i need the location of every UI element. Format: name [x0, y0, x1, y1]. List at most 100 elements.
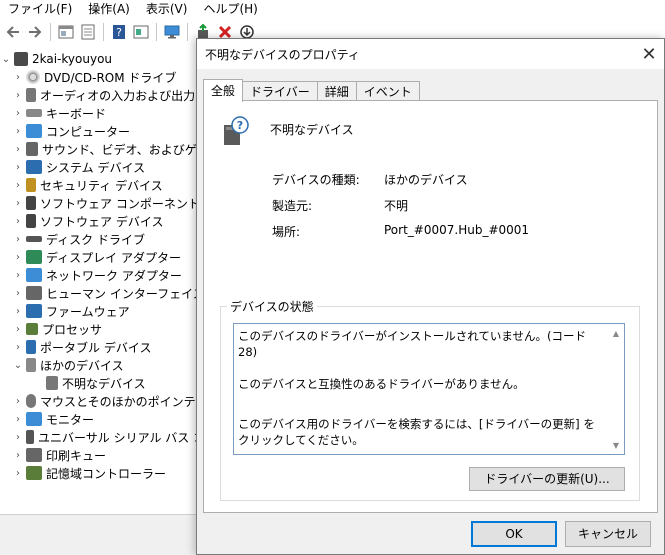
menu-help[interactable]: ヘルプ(H) [195, 0, 265, 18]
tree-item[interactable]: › コンピューター [12, 122, 130, 140]
tree-item-label: ディスク ドライブ [46, 232, 145, 247]
status-line-1: このデバイスのドライバーがインストールされていません。(コード 28) [238, 329, 586, 359]
network-adapter-icon [26, 268, 42, 282]
device-status-textbox[interactable]: このデバイスのドライバーがインストールされていません。(コード 28) このデバ… [233, 323, 625, 455]
menu-bar: ファイル(F) 操作(A) 表示(V) ヘルプ(H) [0, 0, 665, 18]
tree-item[interactable]: › ユニバーサル シリアル バス コントローラー [12, 428, 200, 446]
tree-item[interactable]: › DVD/CD-ROM ドライブ [12, 68, 176, 86]
chevron-right-icon[interactable]: › [12, 198, 24, 209]
tab-events[interactable]: イベント [355, 81, 420, 102]
monitor-icon [26, 124, 42, 138]
chevron-right-icon[interactable]: › [12, 450, 24, 461]
chevron-right-icon[interactable]: › [12, 270, 24, 281]
status-line-3: このデバイス用のドライバーを検索するには、[ドライバーの更新] をクリックしてく… [238, 417, 595, 447]
monitor-icon[interactable] [163, 23, 181, 41]
forward-arrow-icon[interactable] [26, 23, 44, 41]
menu-action[interactable]: 操作(A) [80, 0, 138, 18]
tree-item[interactable]: › マウスとそのほかのポインティング デバイス [12, 392, 200, 410]
chevron-right-icon[interactable]: › [12, 396, 24, 407]
back-arrow-icon[interactable] [4, 23, 22, 41]
chevron-right-icon[interactable]: › [12, 180, 24, 191]
chevron-down-icon[interactable]: ⌄ [0, 54, 12, 65]
list-icon[interactable] [79, 23, 97, 41]
tree-item-label: コンピューター [46, 124, 131, 139]
chevron-right-icon[interactable]: › [12, 162, 24, 173]
chevron-right-icon[interactable]: › [12, 288, 24, 299]
tree-item[interactable]: › ネットワーク アダプター [12, 266, 182, 284]
chevron-right-icon[interactable]: › [12, 468, 24, 479]
status-scrollbar[interactable]: ▲ ▼ [608, 324, 624, 454]
chevron-right-icon[interactable]: › [12, 252, 24, 263]
tree-item[interactable]: › 印刷キュー [12, 446, 106, 464]
menu-view[interactable]: 表示(V) [138, 0, 196, 18]
dvd-drive-icon [26, 70, 40, 84]
menu-file[interactable]: ファイル(F) [0, 0, 80, 18]
tree-item-label: ソフトウェア コンポーネント [40, 196, 200, 211]
toolbar-separator [156, 23, 157, 41]
tree-item[interactable]: › ソフトウェア デバイス [12, 212, 163, 230]
chevron-right-icon[interactable]: › [12, 216, 24, 227]
dialog-titlebar[interactable]: 不明なデバイスのプロパティ ✕ [197, 39, 664, 69]
tree-item[interactable]: › ソフトウェア コンポーネント [12, 194, 200, 212]
tree-item-label: 記憶域コントローラー [46, 466, 167, 481]
view-icon[interactable] [132, 23, 150, 41]
chevron-right-icon[interactable]: › [12, 72, 24, 83]
chevron-right-icon[interactable]: › [12, 324, 24, 335]
chevron-right-icon[interactable]: › [12, 90, 24, 101]
chevron-right-icon[interactable]: › [12, 108, 24, 119]
keyboard-icon [26, 109, 42, 117]
chevron-right-icon[interactable]: › [12, 306, 24, 317]
tree-item[interactable]: › ポータブル デバイス [12, 338, 151, 356]
location-label: 場所: [272, 225, 301, 239]
tree-item[interactable]: ⌄ ほかのデバイス [12, 356, 124, 374]
scroll-up-icon[interactable]: ▲ [608, 326, 624, 340]
tree-root-label: 2kai-kyouyou [32, 52, 113, 66]
tree-item-label: セキュリティ デバイス [40, 178, 163, 193]
chevron-right-icon[interactable]: › [12, 432, 24, 443]
tree-item[interactable]: › 記憶域コントローラー [12, 464, 166, 482]
tree-item[interactable]: › オーディオの入力および出力 [12, 86, 195, 104]
help-icon[interactable]: ? [110, 23, 128, 41]
chevron-down-icon[interactable]: ⌄ [12, 360, 24, 371]
tree-item-label: サウンド、ビデオ、およびゲーム コントローラー [42, 142, 200, 157]
tree-item[interactable]: › ディスク ドライブ [12, 230, 145, 248]
tree-item[interactable]: › モニター [12, 410, 94, 428]
location-value: Port_#0007.Hub_#0001 [384, 223, 530, 237]
tree-item[interactable]: › システム デバイス [12, 158, 145, 176]
chevron-right-icon[interactable]: › [12, 144, 24, 155]
tab-details[interactable]: 詳細 [316, 81, 357, 102]
tree-item-label: ヒューマン インターフェイス デバイス [46, 286, 200, 301]
chevron-right-icon[interactable]: › [12, 342, 24, 353]
tree-item[interactable]: › プロセッサ [12, 320, 102, 338]
properties-icon[interactable] [57, 23, 75, 41]
tree-item[interactable]: › セキュリティ デバイス [12, 176, 163, 194]
printer-icon [26, 448, 42, 462]
system-device-icon [26, 160, 42, 174]
scroll-down-icon[interactable]: ▼ [608, 438, 624, 452]
chevron-right-icon[interactable]: › [12, 414, 24, 425]
tab-driver[interactable]: ドライバー [242, 81, 318, 102]
tree-root[interactable]: ⌄ 2kai-kyouyou [0, 50, 112, 68]
speaker-icon [26, 88, 36, 102]
tab-strip: 全般 ドライバー 詳細 イベント [203, 79, 420, 102]
chevron-right-icon[interactable]: › [12, 234, 24, 245]
tree-item[interactable]: › キーボード [12, 104, 106, 122]
portable-device-icon [26, 340, 36, 354]
general-tab-panel: ? 不明なデバイス デバイスの種類: ほかのデバイス 製造元: 不明 場所: P… [203, 100, 658, 513]
toolbar-separator [187, 23, 188, 41]
tree-item-unknown-device[interactable]: 不明なデバイス [44, 374, 146, 392]
close-icon[interactable]: ✕ [638, 43, 660, 65]
tree-item-label: DVD/CD-ROM ドライブ [44, 70, 177, 85]
tree-item[interactable]: › ディスプレイ アダプター [12, 248, 181, 266]
tree-item[interactable]: › ヒューマン インターフェイス デバイス [12, 284, 200, 302]
update-driver-button[interactable]: ドライバーの更新(U)... [469, 467, 625, 491]
storage-controller-icon [26, 466, 42, 480]
ok-button[interactable]: OK [471, 521, 557, 547]
cancel-button[interactable]: キャンセル [565, 521, 651, 547]
tree-item-label: 印刷キュー [46, 448, 107, 463]
tree-item[interactable]: › ファームウェア [12, 302, 130, 320]
chevron-right-icon[interactable]: › [12, 126, 24, 137]
unknown-device-icon: ? [220, 115, 252, 147]
tree-item[interactable]: › サウンド、ビデオ、およびゲーム コントローラー [12, 140, 200, 158]
tab-general[interactable]: 全般 [203, 79, 244, 102]
